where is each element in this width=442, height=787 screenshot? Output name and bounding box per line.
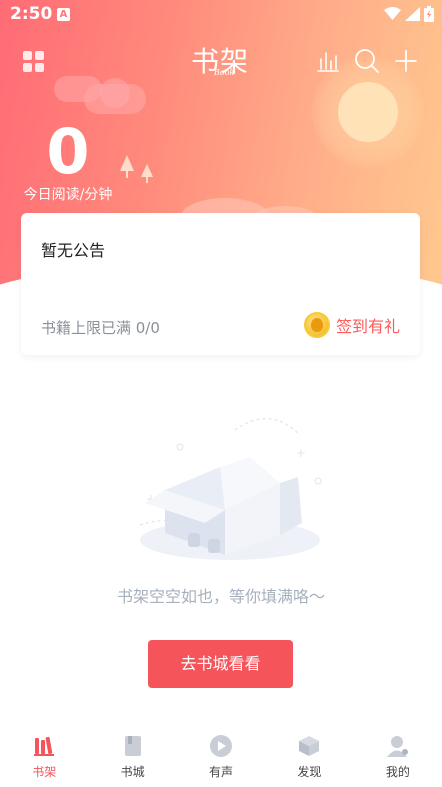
notice-text[interactable]: 暂无公告 [41, 237, 105, 261]
reading-stats[interactable]: 0 今日阅读/分钟 [18, 120, 118, 204]
status-icons [384, 6, 434, 22]
tab-mine[interactable]: 我的 [354, 720, 442, 787]
battery-icon [424, 6, 434, 22]
reading-label: 今日阅读/分钟 [23, 187, 113, 203]
top-actions [316, 48, 418, 74]
bookstore-icon [124, 736, 141, 756]
title-subtext: Book [214, 68, 235, 77]
go-bookstore-button[interactable]: 去书城看看 [148, 640, 293, 688]
tree-trunk [146, 176, 148, 183]
coin-icon [303, 312, 330, 338]
cube-icon [299, 736, 320, 756]
status-time: 2:50 [10, 4, 53, 24]
page-title: 书架 Book [180, 40, 260, 80]
empty-box-illustration: + + [139, 418, 322, 560]
ranking-icon[interactable] [316, 50, 340, 72]
tab-label: 我的 [385, 765, 410, 779]
empty-message: 书架空空如也，等你填满咯～ [116, 587, 325, 606]
tab-label: 发现 [297, 765, 322, 779]
tab-label: 书架 [32, 765, 57, 779]
checkin-button[interactable]: 签到有礼 [303, 312, 400, 338]
bottom-tab-bar: 书架 书城 有声 发现 我的 [0, 720, 442, 787]
tab-label: 有声 [209, 765, 234, 779]
notice-card: 暂无公告 书籍上限已满 0/0 签到有礼 [21, 213, 420, 355]
tab-bookstore[interactable]: 书城 [88, 720, 176, 787]
tab-label: 书城 [120, 765, 145, 779]
tab-audio[interactable]: 有声 [177, 720, 265, 787]
signal-icon [405, 7, 420, 21]
status-bar: 2:50 A [0, 0, 442, 30]
wifi-icon [384, 7, 401, 20]
sun-decoration [338, 82, 398, 142]
search-icon[interactable] [354, 48, 380, 74]
svg-text:+: + [296, 446, 306, 460]
reading-minutes: 0 [46, 115, 90, 188]
tab-bookshelf[interactable]: 书架 [0, 720, 88, 787]
menu-grid-icon[interactable] [23, 51, 44, 72]
tab-discover[interactable]: 发现 [265, 720, 353, 787]
play-icon [210, 735, 233, 757]
notification-icon: A [57, 8, 70, 21]
user-icon [386, 736, 408, 757]
top-bar: 书架 Book [0, 40, 442, 84]
bookshelf-icon [34, 736, 55, 756]
checkin-label: 签到有礼 [335, 317, 400, 336]
add-icon[interactable] [394, 49, 418, 73]
tree-decoration [120, 155, 134, 171]
book-limit-text: 书籍上限已满 0/0 [41, 319, 160, 337]
tree-trunk [126, 170, 128, 178]
